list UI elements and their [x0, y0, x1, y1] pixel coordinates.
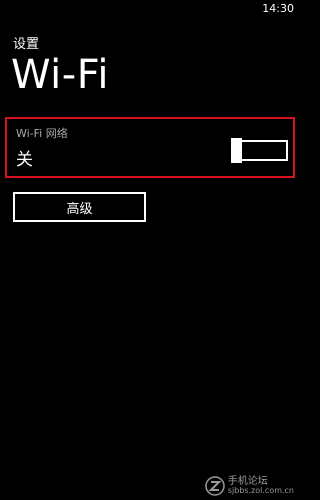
wifi-toggle-switch[interactable] [231, 138, 288, 163]
watermark-url: sjbbs.zol.com.cn [227, 486, 294, 496]
watermark: 手机论坛 sjbbs.zol.com.cn [205, 476, 294, 496]
status-bar-time: 14:30 [262, 2, 294, 15]
wifi-network-state: 关 [16, 150, 33, 170]
wifi-network-setting[interactable]: Wi-Fi 网络 关 [5, 117, 295, 178]
zol-logo-icon [205, 476, 225, 496]
advanced-button[interactable]: 高级 [13, 192, 146, 222]
page-title: Wi-Fi [11, 52, 109, 98]
wifi-network-label: Wi-Fi 网络 [16, 127, 68, 140]
app-section-label: 设置 [13, 37, 40, 52]
toggle-thumb[interactable] [231, 138, 242, 163]
